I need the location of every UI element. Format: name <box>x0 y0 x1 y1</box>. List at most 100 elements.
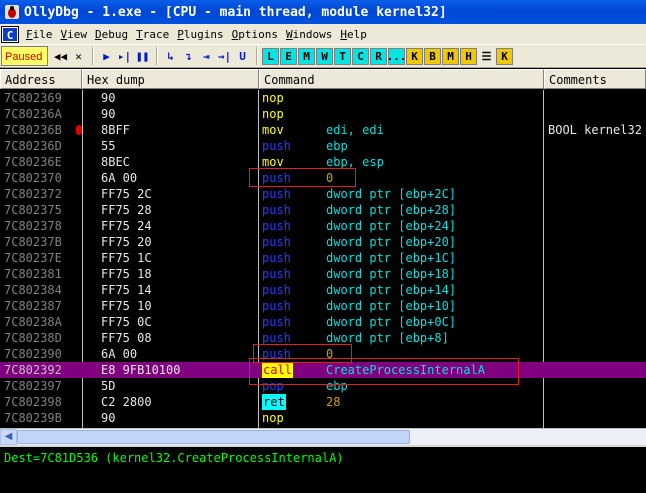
column-header-address[interactable]: Address <box>0 69 82 89</box>
ollydbg-bug-icon <box>5 5 19 19</box>
row-address: 7C802387 <box>4 299 62 313</box>
breakpoints-window-button[interactable]: B <box>424 47 441 65</box>
row-address: 7C802378 <box>4 219 62 233</box>
cpu-window-button[interactable]: C <box>1 25 19 43</box>
disasm-row[interactable]: 7C80236B 8BFF mov edi, edi BOOL kernel32 <box>0 122 646 138</box>
pause-icon[interactable]: ❚❚ <box>134 47 151 65</box>
disasm-row[interactable]: 7C80239B 90 nop <box>0 410 646 426</box>
row-mnemonic: nop <box>262 411 284 425</box>
row-hex: 5D <box>101 379 116 393</box>
help-k-button[interactable]: K <box>496 47 513 65</box>
step-into-icon[interactable]: ▸| <box>116 47 133 65</box>
step-over-icon[interactable]: ↳ <box>162 47 179 65</box>
row-operands: dword ptr [ebp+14] <box>326 283 457 297</box>
row-mnemonic: push <box>262 315 291 329</box>
row-mnemonic: push <box>262 187 291 201</box>
info-text: Dest=7C81D536 (kernel32.CreateProcessInt… <box>4 451 344 465</box>
disassembly-pane[interactable]: 7C802369 90 nop 7C80236A 90 nop 7C80236B 8BFF mo… <box>0 90 646 428</box>
memory-breakpoints-window-button[interactable]: M <box>442 47 459 65</box>
scroll-left-icon[interactable]: ◀ <box>0 429 17 445</box>
row-mnemonic: push <box>262 283 291 297</box>
row-address: 7C802372 <box>4 187 62 201</box>
list-icon[interactable]: ☰ <box>478 47 495 65</box>
disasm-row[interactable]: 7C802381 FF75 18 push dword ptr [ebp+18] <box>0 266 646 282</box>
column-header-comments[interactable]: Comments <box>544 69 646 89</box>
executables-window-button[interactable]: E <box>280 47 297 65</box>
toolbar-separator <box>256 47 258 65</box>
disasm-row[interactable]: 7C80236A 90 nop <box>0 106 646 122</box>
cpu-window-toolbar-button[interactable]: C <box>352 47 369 65</box>
menu-file[interactable]: File <box>22 28 57 41</box>
disasm-row[interactable]: 7C802372 FF75 2C push dword ptr [ebp+2C] <box>0 186 646 202</box>
column-header-command[interactable]: Command <box>259 69 544 89</box>
execute-till-user-code-icon[interactable]: U <box>234 47 251 65</box>
row-operands: dword ptr [ebp+20] <box>326 235 457 249</box>
disasm-row[interactable]: 7C802369 90 nop <box>0 90 646 106</box>
row-address: 7C802375 <box>4 203 62 217</box>
row-comment: BOOL kernel32 <box>548 123 642 137</box>
disasm-row[interactable]: 7C80237B FF75 20 push dword ptr [ebp+20] <box>0 234 646 250</box>
row-hex: FF75 20 <box>101 235 152 249</box>
row-address: 7C80237B <box>4 235 62 249</box>
log-window-button[interactable]: L <box>262 47 279 65</box>
menu-windows[interactable]: Windows <box>282 28 336 41</box>
row-hex: FF75 10 <box>101 299 152 313</box>
menu-debug[interactable]: Debug <box>91 28 132 41</box>
execute-till-return-icon[interactable]: →| <box>216 47 233 65</box>
row-mnemonic: push <box>262 299 291 313</box>
row-address: 7C802369 <box>4 91 62 105</box>
rewind-icon[interactable]: ◀◀ <box>52 47 69 65</box>
row-hex: 90 <box>101 411 116 425</box>
disasm-row[interactable]: 7C80237E FF75 1C push dword ptr [ebp+1C] <box>0 250 646 266</box>
horizontal-scrollbar[interactable]: ◀ <box>0 428 646 445</box>
disasm-row[interactable]: 7C802387 FF75 10 push dword ptr [ebp+10] <box>0 298 646 314</box>
close-icon[interactable]: ✕ <box>70 47 87 65</box>
row-operands: dword ptr [ebp+18] <box>326 267 457 281</box>
scrollbar-thumb[interactable] <box>17 430 410 444</box>
row-mnemonic: mov <box>262 123 284 137</box>
call-stack-window-button[interactable]: K <box>406 47 423 65</box>
disasm-row[interactable]: 7C802378 FF75 24 push dword ptr [ebp+24] <box>0 218 646 234</box>
row-hex: FF75 24 <box>101 219 152 233</box>
title-bar: OllyDbg - 1.exe - [CPU - main thread, mo… <box>0 0 646 24</box>
toolbar-separator <box>156 47 158 65</box>
row-address: 7C802392 <box>4 363 62 377</box>
animate-over-icon[interactable]: ⇥ <box>198 47 215 65</box>
menu-help[interactable]: Help <box>336 28 371 41</box>
animate-into-icon[interactable]: ↴ <box>180 47 197 65</box>
row-operands: ebp <box>326 139 348 153</box>
row-hex: 90 <box>101 91 116 105</box>
row-hex: 8BEC <box>101 155 130 169</box>
menu-trace[interactable]: Trace <box>132 28 173 41</box>
column-header-hex[interactable]: Hex dump <box>82 69 259 89</box>
windows-window-button[interactable]: W <box>316 47 333 65</box>
row-hex: FF75 1C <box>101 251 152 265</box>
run-trace-window-button[interactable]: ... <box>387 47 406 65</box>
row-address: 7C802390 <box>4 347 62 361</box>
menu-plugins[interactable]: Plugins <box>173 28 227 41</box>
disasm-row[interactable]: 7C802375 FF75 28 push dword ptr [ebp+28] <box>0 202 646 218</box>
threads-window-button[interactable]: T <box>334 47 351 65</box>
menu-view[interactable]: View <box>57 28 92 41</box>
run-icon[interactable]: ▶ <box>98 47 115 65</box>
disasm-row[interactable]: 7C80238A FF75 0C push dword ptr [ebp+0C] <box>0 314 646 330</box>
row-hex: C2 2800 <box>101 395 152 409</box>
references-window-button[interactable]: R <box>370 47 387 65</box>
row-mnemonic: push <box>262 139 291 153</box>
disasm-row[interactable]: 7C80236D 55 push ebp <box>0 138 646 154</box>
status-badge: Paused <box>1 46 48 66</box>
menu-options[interactable]: Options <box>228 28 282 41</box>
row-hex: FF75 18 <box>101 267 152 281</box>
hardware-breakpoints-window-button[interactable]: H <box>460 47 477 65</box>
memory-window-button[interactable]: M <box>298 47 315 65</box>
row-mnemonic: nop <box>262 107 284 121</box>
row-address: 7C80238A <box>4 315 62 329</box>
annotation-box <box>249 168 356 187</box>
row-hex: 8BFF <box>101 123 130 137</box>
toolbar: Paused ◀◀ ✕ ▶ ▸| ❚❚ ↳ ↴ ⇥ →| U L E M W T… <box>0 44 646 68</box>
disasm-row[interactable]: 7C802398 C2 2800 ret 28 <box>0 394 646 410</box>
disasm-row[interactable]: 7C802384 FF75 14 push dword ptr [ebp+14] <box>0 282 646 298</box>
row-mnemonic: ret <box>262 394 286 410</box>
row-address: 7C80236A <box>4 107 62 121</box>
row-hex: 6A 00 <box>101 171 138 185</box>
